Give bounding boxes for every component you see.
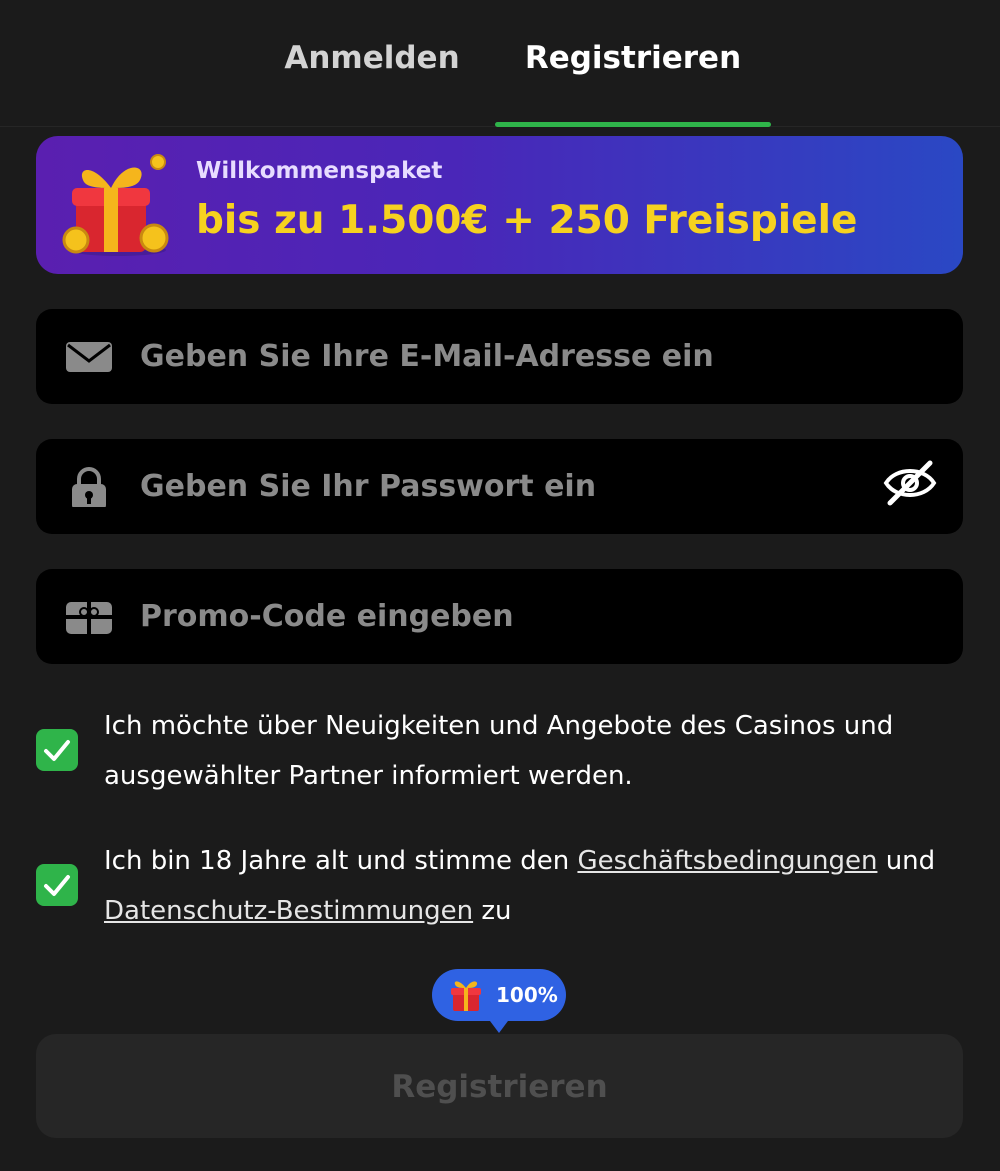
bonus-progress-badge: 100% [432,969,566,1033]
lock-icon [72,467,106,507]
terms-text-middle: und [877,846,936,876]
tab-register[interactable]: Registrieren [495,36,771,80]
bonus-progress-value: 100% [496,983,558,1007]
welcome-bonus-banner: Willkommenspaket bis zu 1.500€ + 250 Fre… [36,136,963,274]
terms-link[interactable]: Geschäftsbedingungen [577,846,877,876]
password-input[interactable] [140,439,870,534]
banner-offer: bis zu 1.500€ + 250 Freispiele [196,198,858,243]
email-field [36,309,963,404]
auth-tabs: Anmelden Registrieren [0,0,1000,127]
terms-consent-text: Ich bin 18 Jahre alt und stimme den Gesc… [104,836,964,936]
active-tab-indicator [495,122,771,127]
envelope-icon [66,342,112,372]
terms-text-after: zu [473,896,512,926]
newsletter-checkbox[interactable] [36,729,78,771]
check-icon [44,740,70,761]
gift-icon [451,981,481,1011]
check-icon [44,875,70,896]
promo-code-input[interactable] [140,569,870,664]
terms-checkbox[interactable] [36,864,78,906]
email-input[interactable] [140,309,870,404]
badge-pointer [487,1017,511,1033]
register-submit-button[interactable]: Registrieren [36,1034,963,1138]
promo-code-field [36,569,963,664]
banner-subtitle: Willkommenspaket [196,158,443,184]
password-field [36,439,963,534]
gift-card-icon [66,602,112,634]
terms-text-before: Ich bin 18 Jahre alt und stimme den [104,846,578,876]
eye-off-icon[interactable] [882,459,938,507]
newsletter-consent-text: Ich möchte über Neuigkeiten und Angebote… [104,711,894,791]
gift-icon [62,154,169,256]
privacy-link[interactable]: Datenschutz-Bestimmungen [104,896,473,926]
tab-login[interactable]: Anmelden [262,36,482,80]
